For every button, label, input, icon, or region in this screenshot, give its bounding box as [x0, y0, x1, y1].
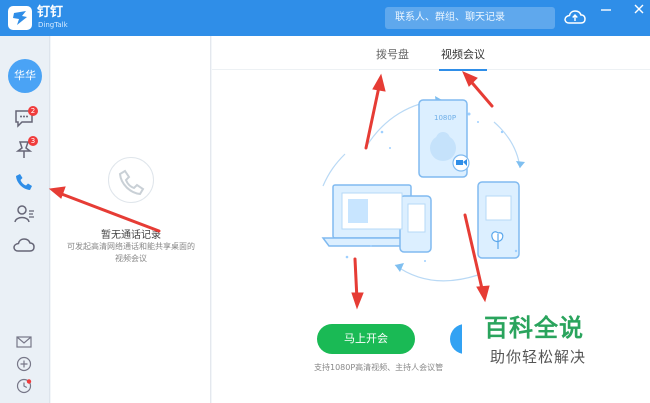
watermark-subtitle: 助你轻松解决: [490, 348, 587, 366]
chat-unread-badge: 2: [28, 106, 38, 116]
empty-phone-icon: [108, 157, 154, 203]
phone-icon[interactable]: [12, 170, 36, 194]
minimize-icon[interactable]: [597, 0, 615, 18]
cloud-icon[interactable]: [12, 234, 36, 258]
start-meeting-button[interactable]: 马上开会: [317, 324, 415, 354]
title-bar: 钉钉 DingTalk 联系人、群组、聊天记录: [0, 0, 650, 36]
contacts-icon[interactable]: [12, 202, 36, 226]
empty-call-record-description: 可发起高清网络通话和能共享桌面的视频会议: [67, 242, 195, 263]
clock-icon[interactable]: [14, 376, 34, 396]
app-name: 钉钉: [37, 5, 64, 20]
video-meeting-support-text: 支持1080P高清视频、主持人会议管: [314, 363, 444, 372]
empty-call-record-title: 暂无通话记录: [101, 230, 161, 241]
dingtalk-app-window: 钉钉 DingTalk 联系人、群组、聊天记录 华华 2 3 暂无通话记录 可发…: [0, 0, 650, 403]
left-navigation-sidebar: 华华 2 3: [0, 36, 50, 403]
dingtalk-logo-icon: [8, 6, 32, 30]
app-subtitle: DingTalk: [38, 21, 68, 29]
search-input[interactable]: 联系人、群组、聊天记录: [385, 7, 555, 29]
baike-watermark: 百科全说 助你轻松解决: [462, 300, 628, 375]
pin-unread-badge: 3: [28, 136, 38, 146]
cloud-upload-icon[interactable]: [563, 8, 587, 28]
user-avatar[interactable]: 华华: [8, 59, 42, 93]
phone-resolution-label: 1080P: [434, 114, 456, 122]
watermark-title: 百科全说: [484, 314, 584, 342]
mail-icon[interactable]: [14, 332, 34, 352]
close-icon[interactable]: [630, 0, 648, 18]
add-icon[interactable]: [14, 354, 34, 374]
call-record-panel: 暂无通话记录 可发起高清网络通话和能共享桌面的视频会议: [51, 36, 211, 403]
